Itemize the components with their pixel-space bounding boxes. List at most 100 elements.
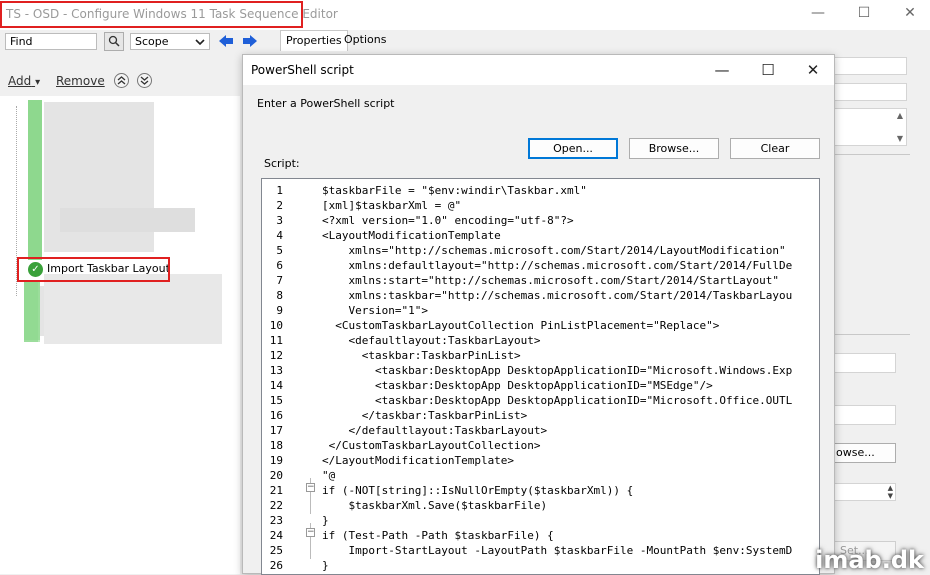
scroll-down-icon: ▼ (896, 134, 903, 143)
dialog-instruction: Enter a PowerShell script (257, 97, 395, 110)
powershell-script-dialog: PowerShell script — ☐ ✕ Enter a PowerShe… (242, 54, 836, 575)
code-line: <taskbar:DesktopApp DesktopApplicationID… (322, 394, 793, 407)
scope-select-value: Scope (135, 35, 169, 48)
watermark: imab.dk (815, 546, 924, 574)
chevron-down-icon (195, 39, 205, 45)
find-input[interactable]: Find (5, 33, 97, 50)
policy-select[interactable]: ▲ ▼ (834, 483, 896, 501)
double-chevron-down-icon (140, 76, 149, 85)
back-button[interactable] (216, 32, 236, 51)
line-number: 6 (276, 259, 283, 272)
line-number: 11 (269, 334, 283, 347)
add-menu[interactable]: Add ▾ (8, 74, 40, 88)
tree-blurred-content (60, 208, 195, 232)
line-number: 17 (269, 424, 283, 437)
line-number: 8 (276, 289, 283, 302)
tree-blurred-content (44, 274, 222, 344)
dialog-close-button[interactable]: ✕ (790, 57, 836, 83)
clear-button[interactable]: Clear (730, 138, 820, 159)
working-folder-field[interactable] (834, 405, 896, 425)
line-number: 19 (269, 454, 283, 467)
line-number: 16 (269, 409, 283, 422)
line-number: 15 (269, 394, 283, 407)
code-line: </LayoutModificationTemplate> (322, 454, 515, 467)
line-number: 14 (269, 379, 283, 392)
description-area[interactable]: ▲ ▼ (834, 108, 907, 146)
title-highlight-box (0, 1, 303, 28)
move-down-button[interactable] (137, 73, 152, 88)
code-line: xmlns:start="http://schemas.microsoft.co… (322, 274, 779, 287)
forward-button[interactable] (240, 32, 260, 51)
scope-select[interactable]: Scope (130, 33, 210, 50)
window-titlebar: TS - OSD - Configure Windows 11 Task Seq… (0, 0, 930, 30)
line-number: 13 (269, 364, 283, 377)
code-line: Version="1"> (322, 304, 428, 317)
open-button[interactable]: Open... (528, 138, 618, 159)
search-button[interactable] (104, 32, 124, 51)
code-line: $taskbarXml.Save($taskbarFile) (322, 499, 548, 512)
line-number: 12 (269, 349, 283, 362)
section-divider (834, 154, 910, 155)
code-line: if (Test-Path -Path $taskbarFile) { (322, 529, 554, 542)
tree-blurred-status (28, 100, 42, 260)
code-line: Import-StartLayout -LayoutPath $taskbarF… (322, 544, 793, 557)
code-line: <LayoutModificationTemplate (322, 229, 501, 242)
add-label: Add (8, 74, 32, 88)
code-line: <CustomTaskbarLayoutCollection PinListPl… (322, 319, 720, 332)
minimize-button[interactable]: — (795, 0, 841, 28)
browse-button[interactable]: Browse... (629, 138, 719, 159)
code-line: } (322, 559, 329, 572)
code-line: <?xml version="1.0" encoding="utf-8"?> (322, 214, 574, 227)
tab-options[interactable]: Options (339, 30, 391, 51)
line-number: 21 (269, 484, 283, 497)
arrow-left-icon (219, 35, 233, 47)
line-number: 4 (276, 229, 283, 242)
move-up-button[interactable] (114, 73, 129, 88)
name-field[interactable] (834, 57, 907, 75)
line-number: 5 (276, 244, 283, 257)
line-number: 26 (269, 559, 283, 572)
double-chevron-up-icon (117, 76, 126, 85)
code-line: } (322, 514, 329, 527)
line-number: 9 (276, 304, 283, 317)
script-editor[interactable]: 1 $taskbarFile = "$env:windir\Taskbar.xml… (261, 178, 820, 575)
code-line: if (-NOT[string]::IsNullOrEmpty($taskbar… (322, 484, 634, 497)
line-number: 24 (269, 529, 283, 542)
dialog-maximize-button[interactable]: ☐ (745, 57, 791, 83)
code-line: </taskbar:TaskbarPinList> (322, 409, 528, 422)
remove-button[interactable]: Remove (56, 74, 105, 88)
description-field[interactable] (834, 83, 907, 101)
code-line: [xml]$taskbarXml = @" (322, 199, 462, 212)
code-line: <defaultlayout:TaskbarLayout> (322, 334, 541, 347)
fold-toggle-icon[interactable]: − (306, 483, 315, 492)
line-number: 1 (276, 184, 283, 197)
close-button[interactable]: ✕ (887, 0, 930, 28)
dialog-title: PowerShell script (251, 63, 354, 77)
tab-properties[interactable]: Properties (280, 30, 348, 51)
parameters-field[interactable] (834, 353, 896, 373)
line-number: 23 (269, 514, 283, 527)
code-line: <taskbar:DesktopApp DesktopApplicationID… (322, 364, 793, 377)
script-label: Script: (264, 157, 300, 170)
arrow-right-icon (243, 35, 257, 47)
code-line: xmlns:taskbar="http://schemas.microsoft.… (322, 289, 793, 302)
section-divider (834, 334, 910, 335)
line-number: 22 (269, 499, 283, 512)
task-sequence-tree[interactable] (0, 96, 240, 574)
line-number: 25 (269, 544, 283, 557)
maximize-button[interactable]: ☐ (841, 0, 887, 28)
browse-button[interactable]: owse... (834, 443, 896, 463)
code-line: xmlns:defaultlayout="http://schemas.micr… (322, 259, 793, 272)
code-line: $taskbarFile = "$env:windir\Taskbar.xml" (322, 184, 587, 197)
line-number: 20 (269, 469, 283, 482)
spinner-icon: ▲ ▼ (887, 484, 893, 500)
fold-toggle-icon[interactable]: − (306, 528, 315, 537)
code-line: xmlns="http://schemas.microsoft.com/Star… (322, 244, 786, 257)
tree-blurred-status (24, 282, 38, 342)
code-line: <taskbar:DesktopApp DesktopApplicationID… (322, 379, 713, 392)
code-line: </defaultlayout:TaskbarLayout> (322, 424, 548, 437)
code-line: </CustomTaskbarLayoutCollection> (322, 439, 541, 452)
magnifier-icon (108, 35, 120, 47)
dialog-minimize-button[interactable]: — (699, 57, 745, 83)
chevron-down-icon: ▾ (35, 77, 41, 88)
